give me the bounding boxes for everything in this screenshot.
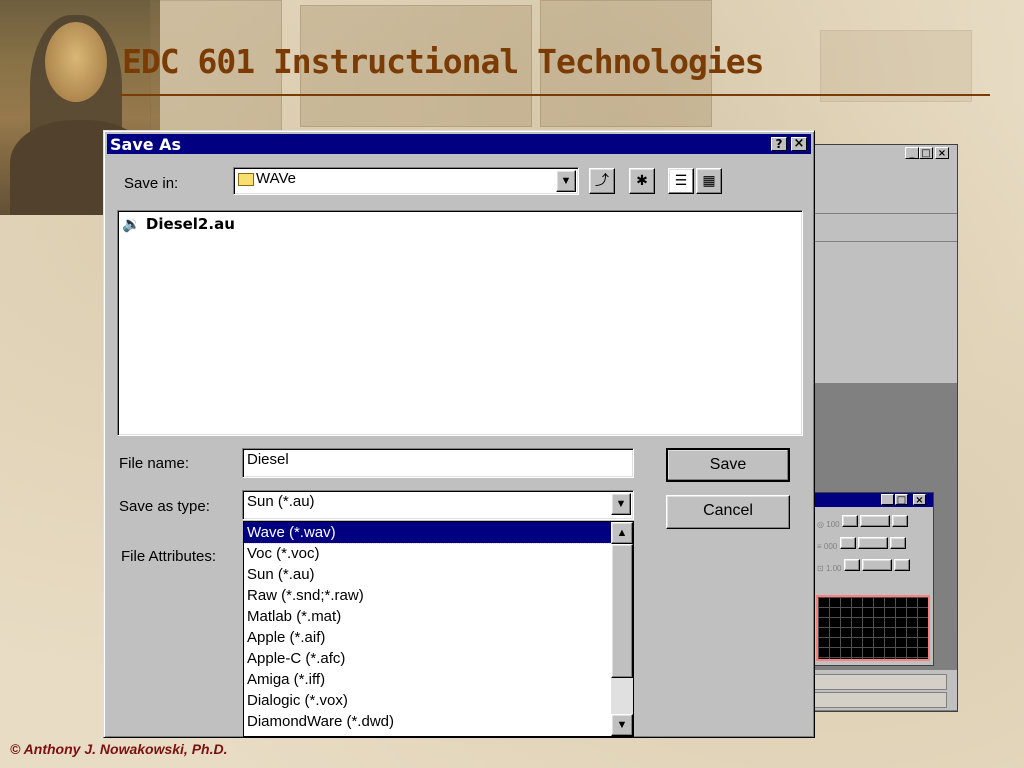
up-one-level-button[interactable]: ⤴ <box>589 168 615 194</box>
title-underline <box>120 94 990 96</box>
list-item[interactable]: Apple-C (*.afc) <box>244 648 633 669</box>
speed-icon: ⊡ <box>817 564 824 573</box>
slide-title: EDC 601 Instructional Technologies <box>122 42 765 81</box>
divider <box>809 213 957 214</box>
list-item[interactable]: Matlab (*.mat) <box>244 606 633 627</box>
scrollbar[interactable]: ▲ ▼ <box>611 522 633 736</box>
list-item[interactable]: Voc (*.voc) <box>244 543 633 564</box>
slider-track[interactable] <box>857 537 888 549</box>
chevron-down-icon[interactable]: ▼ <box>556 170 576 192</box>
list-item[interactable]: Raw (*.snd;*.raw) <box>244 585 633 606</box>
mixer-row-balance[interactable]: ≡ 000 <box>817 537 906 551</box>
list-item[interactable]: Apple (*.aif) <box>244 627 633 648</box>
waveform-grid <box>816 595 930 661</box>
slider-left-icon[interactable] <box>841 515 858 527</box>
file-list[interactable]: 🔉 Diesel2.au <box>117 210 803 436</box>
chevron-up-icon[interactable]: ▲ <box>611 522 633 544</box>
list-item[interactable]: Sun (*.au) <box>244 564 633 585</box>
close-icon[interactable]: × <box>913 494 926 506</box>
maximize-icon[interactable]: □ <box>919 147 933 159</box>
minimize-icon[interactable]: _ <box>905 147 919 159</box>
mixer-caption: _ □ × <box>811 493 933 507</box>
mixer-row-speed[interactable]: ⊡ 1.00 <box>817 559 911 573</box>
file-name-label: File name: <box>119 455 190 472</box>
file-name-input[interactable]: Diesel <box>242 448 634 478</box>
list-item[interactable]: 🔉 Diesel2.au <box>122 215 235 233</box>
close-button[interactable]: × <box>791 137 807 151</box>
slider-track[interactable] <box>860 515 891 527</box>
dialog-titlebar[interactable]: Save As ? × <box>107 134 811 154</box>
divider <box>809 241 957 242</box>
list-item[interactable]: Dialogic (*.vox) <box>244 690 633 711</box>
maximize-icon[interactable]: □ <box>895 494 908 506</box>
cancel-button[interactable]: Cancel <box>666 495 790 529</box>
minimize-icon[interactable]: _ <box>881 494 894 506</box>
folder-icon <box>238 173 254 186</box>
save-in-combo[interactable]: WAVe ▼ <box>233 167 579 195</box>
save-as-type-value: Sun (*.au) <box>247 493 315 510</box>
collage-sketch-4 <box>820 30 972 102</box>
background-window-toolbar <box>809 161 957 383</box>
slider-right-icon[interactable] <box>892 515 909 527</box>
list-item[interactable]: Amiga (*.iff) <box>244 669 633 690</box>
slide-footer: © Anthony J. Nowakowski, Ph.D. <box>10 741 228 757</box>
audio-file-icon: 🔉 <box>122 215 141 233</box>
save-as-type-label: Save as type: <box>119 498 210 515</box>
slider-right-icon[interactable] <box>894 559 911 571</box>
slider-left-icon[interactable] <box>843 559 860 571</box>
chevron-down-icon[interactable]: ▼ <box>611 493 631 515</box>
status-field <box>809 674 947 690</box>
help-button[interactable]: ? <box>771 137 787 151</box>
slider-right-icon[interactable] <box>889 537 906 549</box>
mixer-window[interactable]: _ □ × ◎ 100 ≡ 000 ⊡ 1.00 <box>810 492 934 666</box>
mixer-value: 000 <box>823 542 838 551</box>
dialog-title: Save As <box>110 135 182 154</box>
details-view-button[interactable]: ▦ <box>696 168 722 194</box>
file-name-text: Diesel2.au <box>145 215 235 233</box>
mixer-value: 1.00 <box>825 564 842 573</box>
save-as-type-select[interactable]: Sun (*.au) ▼ <box>242 490 634 520</box>
mixer-value: 100 <box>826 520 840 529</box>
balance-icon: ≡ <box>817 542 822 551</box>
list-item[interactable]: DiamondWare (*.dwd) <box>244 711 633 732</box>
list-item[interactable]: Wave (*.wav) <box>244 522 633 544</box>
close-icon[interactable]: × <box>935 147 949 159</box>
scrollbar-thumb[interactable] <box>611 544 633 678</box>
file-type-dropdown[interactable]: Wave (*.wav) Voc (*.voc) Sun (*.au) Raw … <box>243 521 634 737</box>
file-name-value: Diesel <box>247 451 289 468</box>
volume-icon: ◎ <box>817 520 824 529</box>
save-as-dialog[interactable]: Save As ? × Save in: WAVe ▼ ⤴ ✱ ☰ ▦ 🔉 Di… <box>103 130 815 738</box>
status-field <box>809 692 947 708</box>
background-window-caption: _ □ × <box>809 145 957 161</box>
slider-track[interactable] <box>861 559 892 571</box>
file-attributes-label: File Attributes: <box>121 548 217 565</box>
slider-left-icon[interactable] <box>839 537 856 549</box>
list-view-button[interactable]: ☰ <box>668 168 694 194</box>
save-in-label: Save in: <box>124 175 179 192</box>
background-window-statusbar <box>809 670 957 710</box>
save-in-value: WAVe <box>256 170 297 187</box>
new-folder-button[interactable]: ✱ <box>629 168 655 194</box>
mixer-row-volume[interactable]: ◎ 100 <box>817 515 909 529</box>
save-button[interactable]: Save <box>666 448 790 482</box>
chevron-down-icon[interactable]: ▼ <box>611 714 633 736</box>
